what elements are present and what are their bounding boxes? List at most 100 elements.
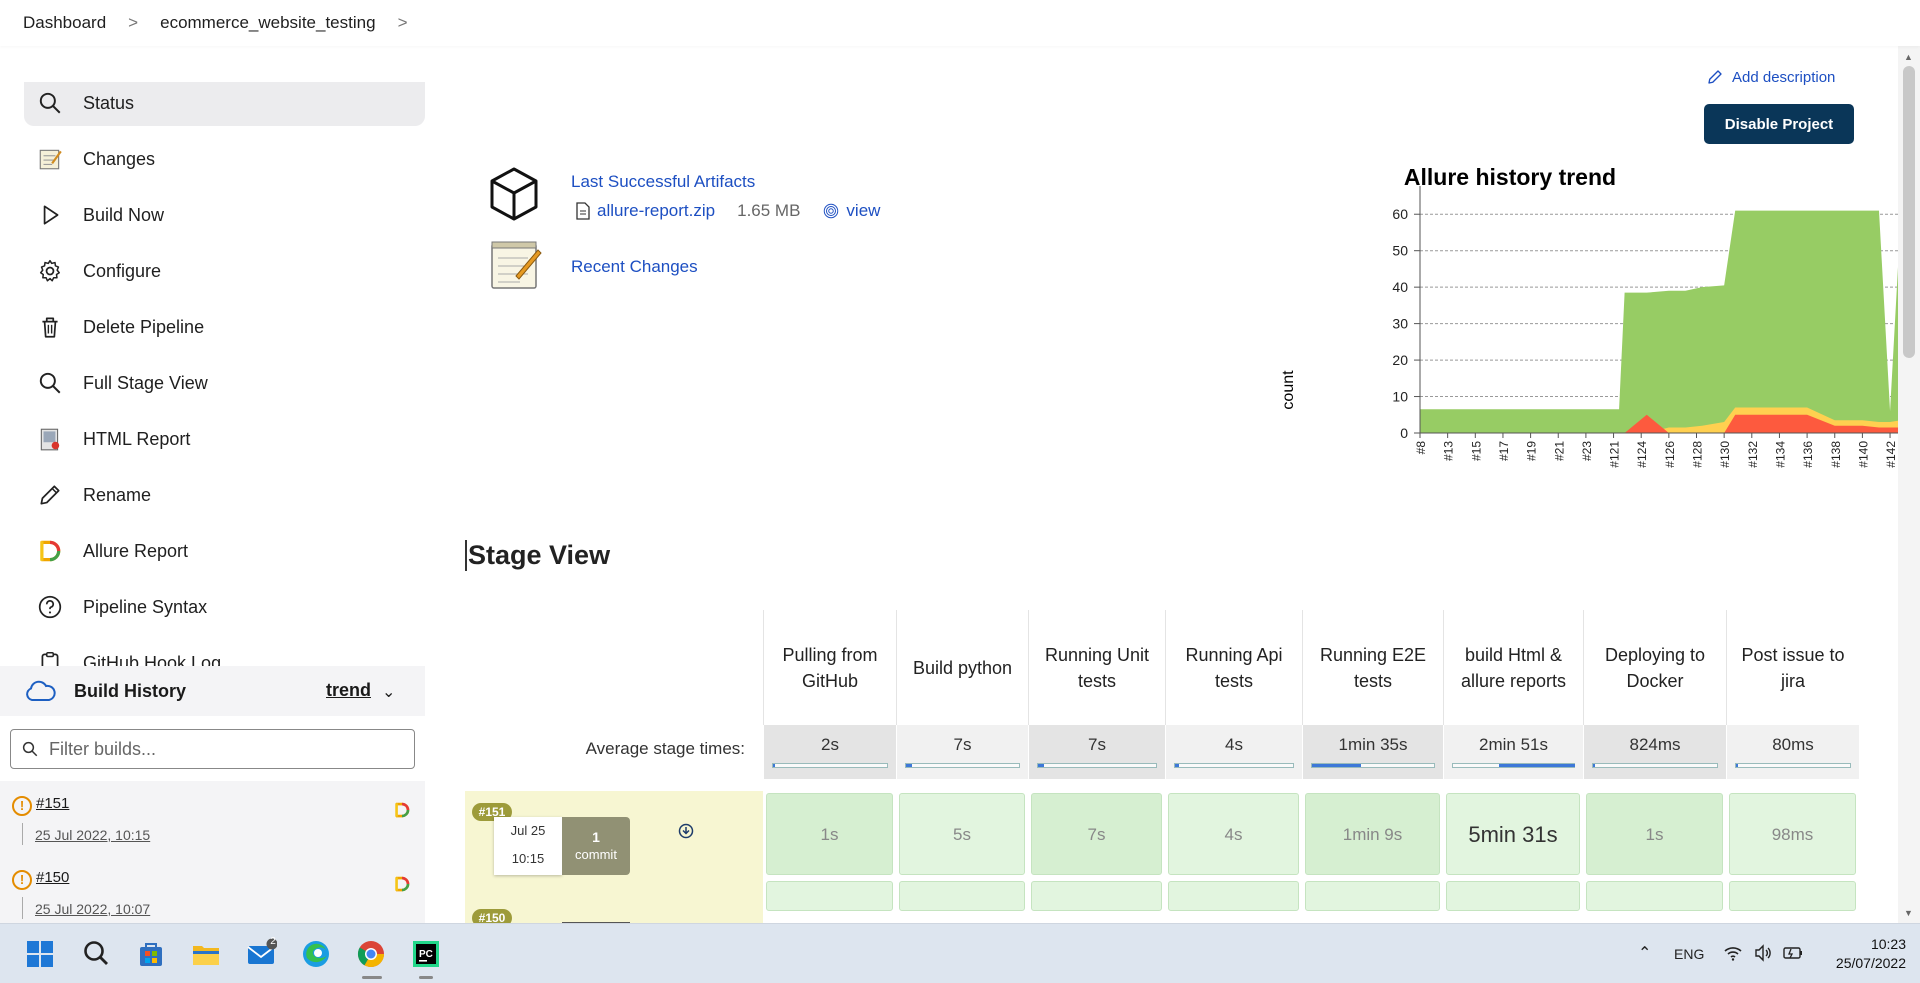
sidebar-item-allure-report[interactable]: Allure Report (36, 536, 188, 566)
artifact-view-link[interactable]: view (846, 201, 880, 221)
stage-cell[interactable]: 1s (1586, 793, 1723, 875)
build-number-link[interactable]: #150 (36, 869, 69, 886)
chart-y-tick-label: 10 (1392, 389, 1408, 405)
system-clock[interactable]: 10:23 25/07/2022 (1816, 935, 1906, 973)
sidebar-item-build-now[interactable]: Build Now (36, 200, 164, 230)
sidebar-item-pipeline-syntax[interactable]: Pipeline Syntax (36, 592, 207, 622)
chevron-down-icon[interactable]: ⌄ (382, 682, 395, 702)
build-history-trend-link[interactable]: trend (326, 680, 371, 701)
scrollbar-thumb[interactable] (1903, 66, 1915, 358)
stage-header-4: Running Api tests (1165, 610, 1302, 725)
mail-icon[interactable]: 2 (245, 936, 278, 970)
stage-progress-bar (1174, 763, 1294, 768)
breadcrumb-dashboard[interactable]: Dashboard (23, 13, 106, 33)
sidebar-item-label: HTML Report (83, 428, 191, 449)
stage-cell[interactable]: 1min 9s (1305, 793, 1440, 875)
trash-icon (36, 313, 64, 341)
stage-header-3: Running Unit tests (1028, 610, 1165, 725)
last-successful-artifacts-link[interactable]: Last Successful Artifacts (571, 172, 755, 192)
sidebar-item-full-stage-view[interactable]: Full Stage View (36, 368, 208, 398)
stage-progress-bar (905, 763, 1020, 768)
pencil-icon (1708, 70, 1722, 84)
notepad-icon (491, 241, 542, 289)
stage-cell[interactable] (1168, 881, 1299, 911)
help-icon (36, 593, 64, 621)
stage-cell[interactable]: 98ms (1729, 793, 1856, 875)
stage-cell[interactable]: 4s (1168, 793, 1299, 875)
stage-cell[interactable]: 1s (766, 793, 893, 875)
chart-y-tick-label: 40 (1392, 279, 1408, 295)
stage-average-value: 80ms (1772, 735, 1814, 754)
edge-icon[interactable] (300, 938, 332, 970)
stage-cell[interactable] (1031, 881, 1162, 911)
stage-average-value: 2s (821, 735, 839, 754)
stage-average-value: 7s (953, 735, 972, 754)
sidebar-item-changes[interactable]: Changes (36, 144, 155, 174)
stage-cell[interactable]: 7s (1031, 793, 1162, 875)
breadcrumb-separator[interactable]: > (398, 13, 408, 33)
chart-y-axis-label: count (1280, 370, 1297, 410)
sidebar-item-status[interactable]: Status (36, 88, 134, 118)
stage-cell[interactable]: 5min 31s (1446, 793, 1580, 875)
allure-trend-svg: Allure history trend 0 10 20 30 40 50 60 #8 #13 #… (1280, 164, 1920, 468)
chevron-up-icon[interactable]: ⌃ (1638, 943, 1651, 963)
page-scrollbar[interactable]: ▲ ▼ (1898, 46, 1920, 923)
download-icon[interactable] (678, 823, 694, 839)
wifi-icon[interactable] (1723, 943, 1743, 963)
allure-trend-chart[interactable]: Allure history trend 0 10 20 30 40 50 60 #8 #13 #… (1100, 144, 1920, 484)
stage-cell[interactable]: 5s (899, 793, 1025, 875)
stage-cell[interactable] (766, 881, 893, 911)
stage-progress-fill (906, 764, 912, 767)
sidebar-item-label: Full Stage View (83, 372, 208, 393)
breadcrumb-project[interactable]: ecommerce_website_testing (160, 13, 375, 33)
recent-changes-link[interactable]: Recent Changes (571, 257, 698, 277)
stage-cell[interactable] (1446, 881, 1580, 911)
search-icon[interactable] (80, 938, 112, 970)
stage-cell[interactable] (1729, 881, 1856, 911)
sidebar-item-label: Status (83, 92, 135, 113)
chart-x-tick-label: #134 (1773, 441, 1787, 468)
disable-project-button[interactable]: Disable Project (1704, 104, 1854, 144)
commit-card[interactable]: 1 commit (562, 817, 630, 875)
filter-builds-field[interactable] (10, 729, 415, 769)
stage-cell[interactable] (1305, 881, 1440, 911)
build-date-link[interactable]: 25 Jul 2022, 10:07 (35, 901, 150, 917)
sidebar-item-delete-pipeline[interactable]: Delete Pipeline (36, 312, 204, 342)
sidebar-item-label: Build Now (83, 204, 165, 225)
stage-average-value: 1min 35s (1338, 735, 1408, 754)
build-number-link[interactable]: #151 (36, 795, 69, 812)
scroll-down-arrow-icon[interactable]: ▼ (1904, 908, 1913, 918)
timeline-connector (22, 823, 23, 845)
build-history-title: Build History (74, 680, 187, 701)
chart-y-tick-label: 0 (1400, 425, 1408, 441)
commit-label: commit (575, 847, 617, 862)
artifact-file-link[interactable]: allure-report.zip (597, 201, 715, 221)
windows-start-icon[interactable] (24, 938, 56, 970)
sidebar-item-rename[interactable]: Rename (36, 480, 151, 510)
allure-icon[interactable] (393, 875, 411, 893)
stage-cell[interactable] (1586, 881, 1723, 911)
stage-average-time: 4s (1165, 725, 1302, 779)
build-date-link[interactable]: 25 Jul 2022, 10:15 (35, 827, 150, 843)
store-icon[interactable] (135, 938, 167, 970)
sidebar-item-label: Rename (83, 484, 152, 505)
fingerprint-icon[interactable] (822, 202, 840, 220)
stage-progress-fill (1593, 764, 1596, 767)
file-explorer-icon[interactable] (190, 938, 222, 970)
volume-icon[interactable] (1753, 943, 1773, 963)
add-description-link[interactable]: Add description (1706, 68, 1835, 86)
stage-header-2: Build python (896, 610, 1028, 725)
language-indicator[interactable]: ENG (1674, 946, 1704, 962)
scroll-up-arrow-icon[interactable]: ▲ (1904, 52, 1913, 62)
filter-builds-input[interactable] (49, 738, 389, 760)
stage-average-value: 4s (1225, 735, 1243, 754)
battery-icon[interactable] (1782, 943, 1804, 963)
allure-icon[interactable] (393, 801, 411, 819)
chrome-icon[interactable] (355, 938, 387, 970)
sidebar-item-html-report[interactable]: HTML Report (36, 424, 190, 454)
stage-cell[interactable] (899, 881, 1025, 911)
sidebar-item-configure[interactable]: Configure (36, 256, 161, 286)
pycharm-icon[interactable]: PC (410, 938, 442, 970)
build-history-item: ! #150 25 Jul 2022, 10:07 (12, 865, 417, 923)
report-icon (36, 425, 64, 453)
